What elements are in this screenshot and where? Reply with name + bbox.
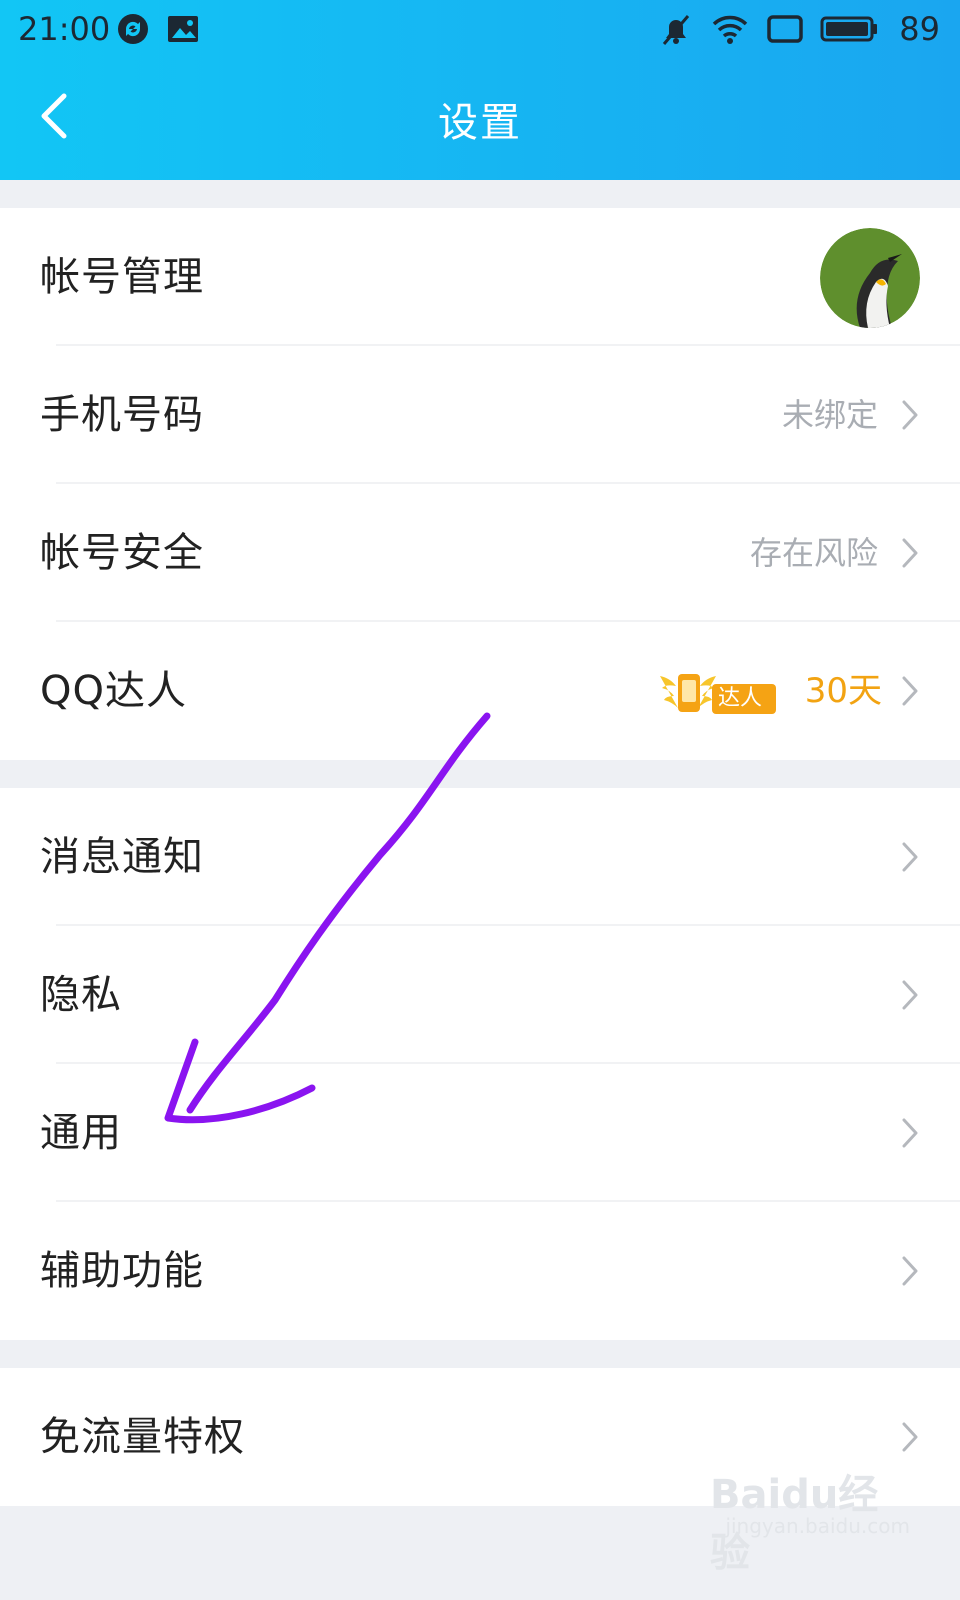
chevron-right-icon	[902, 980, 918, 1010]
app-header: 21:00 89 设置	[0, 0, 960, 180]
daren-badge-label: 达人	[718, 686, 763, 711]
chevron-right-icon	[902, 1118, 918, 1148]
row-label: 手机号码	[40, 392, 204, 438]
phone-binding-status: 未绑定	[781, 396, 878, 434]
row-accessibility[interactable]: 辅助功能	[0, 1202, 960, 1340]
status-bar: 21:00 89	[0, 0, 960, 56]
image-icon	[166, 12, 200, 50]
row-privacy[interactable]: 隐私	[0, 926, 960, 1064]
row-phone-number[interactable]: 手机号码 未绑定	[0, 346, 960, 484]
row-label: 隐私	[40, 972, 122, 1018]
row-label: 消息通知	[40, 834, 204, 880]
chevron-right-icon	[902, 1422, 918, 1452]
status-time: 21:00	[18, 10, 111, 48]
chevron-right-icon	[902, 842, 918, 872]
avatar[interactable]	[820, 228, 920, 328]
nav-bar: 设置	[0, 56, 960, 180]
row-qq-daren[interactable]: QQ达人 达人 30天	[0, 622, 960, 760]
chevron-right-icon	[902, 400, 918, 430]
account-section: 帐号管理 手机号码 未绑定 帐号安全 存在风险 QQ达人 达人 30天	[0, 208, 960, 760]
mute-icon	[658, 12, 694, 52]
row-label: QQ达人	[40, 668, 187, 714]
row-account-security[interactable]: 帐号安全 存在风险	[0, 484, 960, 622]
row-message-notification[interactable]: 消息通知	[0, 788, 960, 926]
row-label: 帐号管理	[40, 254, 204, 300]
sync-icon	[116, 12, 150, 50]
watermark-sub: jingyan.baidu.com	[725, 1514, 910, 1538]
daren-days: 30天	[804, 671, 882, 711]
battery-level: 89	[899, 10, 940, 48]
chevron-right-icon	[902, 676, 918, 706]
row-account-management[interactable]: 帐号管理	[0, 208, 960, 346]
general-section: 消息通知 隐私 通用 辅助功能	[0, 788, 960, 1340]
battery-icon	[820, 12, 880, 50]
daren-badge-icon: 达人	[656, 666, 778, 718]
wifi-icon	[710, 12, 750, 50]
row-label: 免流量特权	[40, 1414, 245, 1460]
screen-icon	[766, 12, 804, 50]
chevron-right-icon	[902, 538, 918, 568]
page-title: 设置	[438, 100, 522, 146]
security-status: 存在风险	[749, 534, 878, 572]
row-label: 帐号安全	[40, 530, 204, 576]
row-general[interactable]: 通用	[0, 1064, 960, 1202]
row-label: 辅助功能	[40, 1248, 204, 1294]
baidu-watermark: Baidu经验 jingyan.baidu.com	[710, 1452, 910, 1576]
row-label: 通用	[40, 1110, 122, 1156]
chevron-right-icon	[902, 1256, 918, 1286]
